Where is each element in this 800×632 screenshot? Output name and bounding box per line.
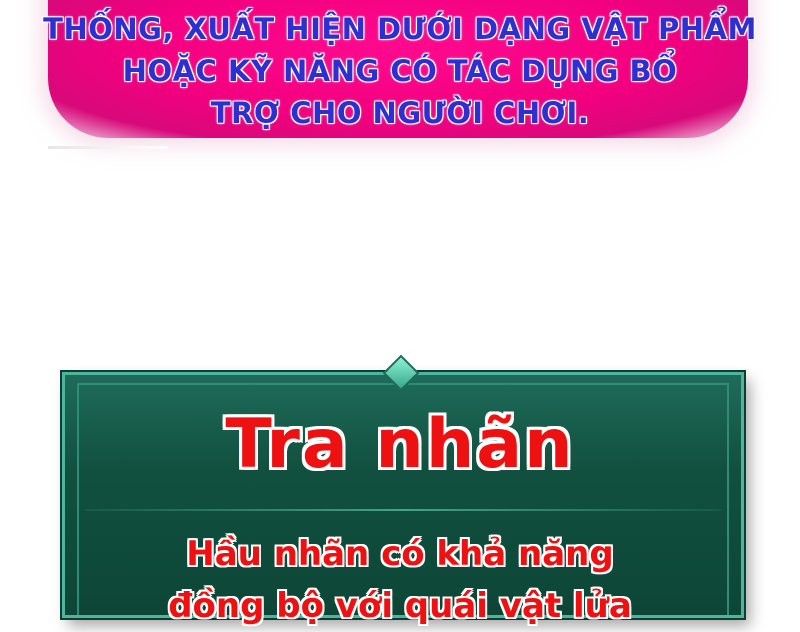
caption-text: THỐNG, XUẤT HIỆN DƯỚI DẠNG VẬT PHẨM HOẶC… [0, 8, 800, 134]
description-line: đồng bộ với quái vật lửa [168, 586, 632, 626]
faint-divider [48, 146, 168, 149]
caption-line: HOẶC KỸ NĂNG CÓ TÁC DỤNG BỔ [122, 54, 678, 88]
info-box-description: Hầu nhãn có khả năng đồng bộ với quái vậ… [0, 528, 800, 632]
info-box-title: Tra nhãn [225, 405, 575, 484]
info-box-divider [85, 509, 721, 511]
description-line: Hầu nhãn có khả năng [186, 534, 614, 574]
caption-line: THỐNG, XUẤT HIỆN DƯỚI DẠNG VẬT PHẨM [43, 12, 757, 46]
caption-line: TRỢ CHO NGƯỜI CHƠI. [210, 96, 590, 130]
